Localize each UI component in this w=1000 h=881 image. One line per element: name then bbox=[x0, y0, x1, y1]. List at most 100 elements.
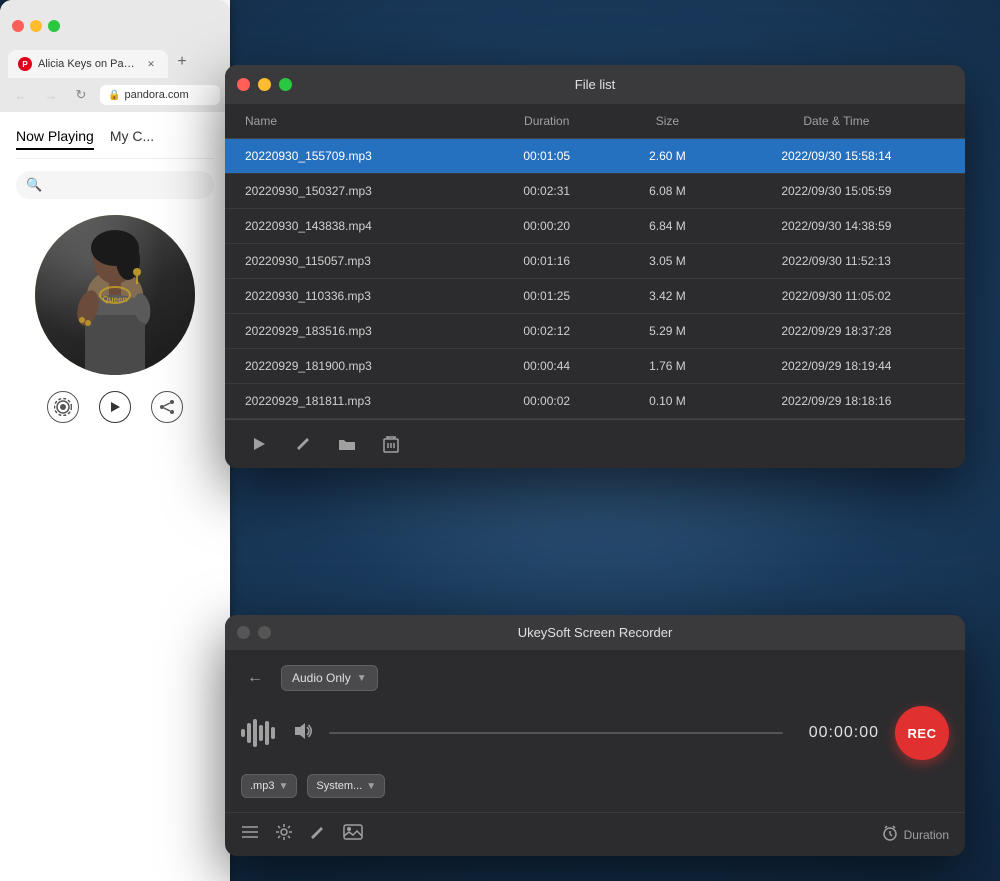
share-button[interactable] bbox=[151, 391, 183, 423]
window-maximize-button[interactable] bbox=[48, 20, 60, 32]
list-icon[interactable] bbox=[241, 824, 259, 845]
recorder-titlebar: UkeySoft Screen Recorder bbox=[225, 615, 965, 650]
file-name: 20220929_181811.mp3 bbox=[245, 394, 486, 408]
table-row[interactable]: 20220930_155709.mp3 00:01:05 2.60 M 2022… bbox=[225, 139, 965, 174]
recorder-window: UkeySoft Screen Recorder ← Audio Only ▼ bbox=[225, 615, 965, 856]
system-arrow: ▼ bbox=[366, 781, 376, 792]
format-label: .mp3 bbox=[250, 780, 274, 792]
format-dropdown[interactable]: .mp3 ▼ bbox=[241, 774, 297, 798]
file-name: 20220929_181900.mp3 bbox=[245, 359, 486, 373]
image-icon[interactable] bbox=[343, 824, 363, 845]
artist-silhouette: Queen bbox=[50, 220, 180, 375]
recorder-window-dots bbox=[237, 626, 271, 639]
url-field[interactable]: 🔒 pandora.com bbox=[100, 85, 220, 105]
file-duration: 00:02:31 bbox=[486, 184, 607, 198]
table-row[interactable]: 20220930_150327.mp3 00:02:31 6.08 M 2022… bbox=[225, 174, 965, 209]
file-duration: 00:01:25 bbox=[486, 289, 607, 303]
duration-label: Duration bbox=[904, 828, 949, 842]
table-row[interactable]: 20220930_110336.mp3 00:01:25 3.42 M 2022… bbox=[225, 279, 965, 314]
url-text: pandora.com bbox=[124, 89, 188, 101]
mode-label: Audio Only bbox=[292, 671, 351, 685]
file-name: 20220930_150327.mp3 bbox=[245, 184, 486, 198]
file-size: 5.29 M bbox=[607, 324, 728, 338]
file-datetime: 2022/09/30 14:38:59 bbox=[728, 219, 945, 233]
tab-title: Alicia Keys on Pandora | Radio... bbox=[38, 58, 138, 70]
timer-display: 00:00:00 bbox=[799, 724, 879, 742]
file-duration: 00:01:05 bbox=[486, 149, 607, 163]
file-list-body: 20220930_155709.mp3 00:01:05 2.60 M 2022… bbox=[225, 139, 965, 419]
window-close-button[interactable] bbox=[12, 20, 24, 32]
window-control-buttons bbox=[237, 78, 292, 91]
file-datetime: 2022/09/30 11:05:02 bbox=[728, 289, 945, 303]
browser-tabs: P Alicia Keys on Pandora | Radio... ✕ + bbox=[0, 40, 230, 78]
active-tab[interactable]: P Alicia Keys on Pandora | Radio... ✕ bbox=[8, 50, 168, 78]
file-list-close-button[interactable] bbox=[237, 78, 250, 91]
audio-visualization bbox=[241, 717, 275, 749]
file-duration: 00:01:16 bbox=[486, 254, 607, 268]
file-datetime: 2022/09/30 11:52:13 bbox=[728, 254, 945, 268]
file-datetime: 2022/09/29 18:19:44 bbox=[728, 359, 945, 373]
table-row[interactable]: 20220929_183516.mp3 00:02:12 5.29 M 2022… bbox=[225, 314, 965, 349]
recorder-body: ← Audio Only ▼ bbox=[225, 650, 965, 812]
file-list-title: File list bbox=[575, 77, 615, 92]
duration-button[interactable]: Duration bbox=[882, 825, 949, 844]
tab-favicon: P bbox=[18, 57, 32, 71]
player-controls bbox=[16, 391, 214, 423]
rec-label: REC bbox=[908, 726, 937, 741]
browser-chrome: P Alicia Keys on Pandora | Radio... ✕ + … bbox=[0, 0, 230, 112]
back-nav-button[interactable]: ← bbox=[10, 84, 32, 106]
table-row[interactable]: 20220929_181900.mp3 00:00:44 1.76 M 2022… bbox=[225, 349, 965, 384]
format-arrow: ▼ bbox=[278, 781, 288, 792]
new-tab-button[interactable]: + bbox=[168, 48, 196, 76]
file-datetime: 2022/09/29 18:18:16 bbox=[728, 394, 945, 408]
refresh-button[interactable]: ↻ bbox=[70, 84, 92, 106]
file-datetime: 2022/09/30 15:58:14 bbox=[728, 149, 945, 163]
system-dropdown[interactable]: System... ▼ bbox=[307, 774, 385, 798]
column-name: Name bbox=[245, 114, 486, 128]
nav-my-collection[interactable]: My C... bbox=[110, 128, 154, 150]
viz-bar-6 bbox=[271, 727, 275, 739]
file-duration: 00:00:20 bbox=[486, 219, 607, 233]
search-bar[interactable]: 🔍 bbox=[16, 171, 214, 199]
recorder-title: UkeySoft Screen Recorder bbox=[518, 625, 673, 640]
settings-icon[interactable] bbox=[275, 823, 293, 846]
open-folder-button[interactable] bbox=[333, 430, 361, 458]
recorder-back-button[interactable]: ← bbox=[241, 664, 269, 692]
tab-close-button[interactable]: ✕ bbox=[144, 57, 158, 71]
file-size: 2.60 M bbox=[607, 149, 728, 163]
file-duration: 00:00:44 bbox=[486, 359, 607, 373]
table-row[interactable]: 20220930_143838.mp4 00:00:20 6.84 M 2022… bbox=[225, 209, 965, 244]
nav-now-playing[interactable]: Now Playing bbox=[16, 128, 94, 150]
play-file-button[interactable] bbox=[245, 430, 273, 458]
pandora-nav: Now Playing My C... bbox=[16, 128, 214, 159]
play-button[interactable] bbox=[99, 391, 131, 423]
recorder-mode-row: ← Audio Only ▼ bbox=[241, 664, 949, 692]
forward-nav-button[interactable]: → bbox=[40, 84, 62, 106]
window-minimize-button[interactable] bbox=[30, 20, 42, 32]
mode-dropdown-arrow: ▼ bbox=[357, 673, 367, 684]
station-icon[interactable] bbox=[47, 391, 79, 423]
browser-titlebar bbox=[0, 0, 230, 40]
file-list-minimize-button bbox=[258, 78, 271, 91]
table-row[interactable]: 20220929_181811.mp3 00:00:02 0.10 M 2022… bbox=[225, 384, 965, 419]
lock-icon: 🔒 bbox=[108, 90, 120, 101]
edit-file-button[interactable] bbox=[289, 430, 317, 458]
browser-window: P Alicia Keys on Pandora | Radio... ✕ + … bbox=[0, 0, 230, 881]
delete-file-button[interactable] bbox=[377, 430, 405, 458]
edit-icon[interactable] bbox=[309, 823, 327, 846]
album-art-inner: Queen bbox=[35, 215, 195, 375]
file-name: 20220930_110336.mp3 bbox=[245, 289, 486, 303]
viz-bar-5 bbox=[265, 721, 269, 745]
mode-dropdown[interactable]: Audio Only ▼ bbox=[281, 665, 378, 691]
recorder-controls-row: 00:00:00 REC bbox=[241, 706, 949, 760]
rec-button[interactable]: REC bbox=[895, 706, 949, 760]
progress-bar[interactable] bbox=[329, 732, 783, 734]
file-size: 3.42 M bbox=[607, 289, 728, 303]
file-actions-bar bbox=[225, 419, 965, 468]
browser-content: Now Playing My C... 🔍 bbox=[0, 112, 230, 881]
table-row[interactable]: 20220930_115057.mp3 00:01:16 3.05 M 2022… bbox=[225, 244, 965, 279]
volume-icon[interactable] bbox=[291, 720, 313, 747]
file-name: 20220930_155709.mp3 bbox=[245, 149, 486, 163]
file-size: 0.10 M bbox=[607, 394, 728, 408]
file-size: 6.84 M bbox=[607, 219, 728, 233]
